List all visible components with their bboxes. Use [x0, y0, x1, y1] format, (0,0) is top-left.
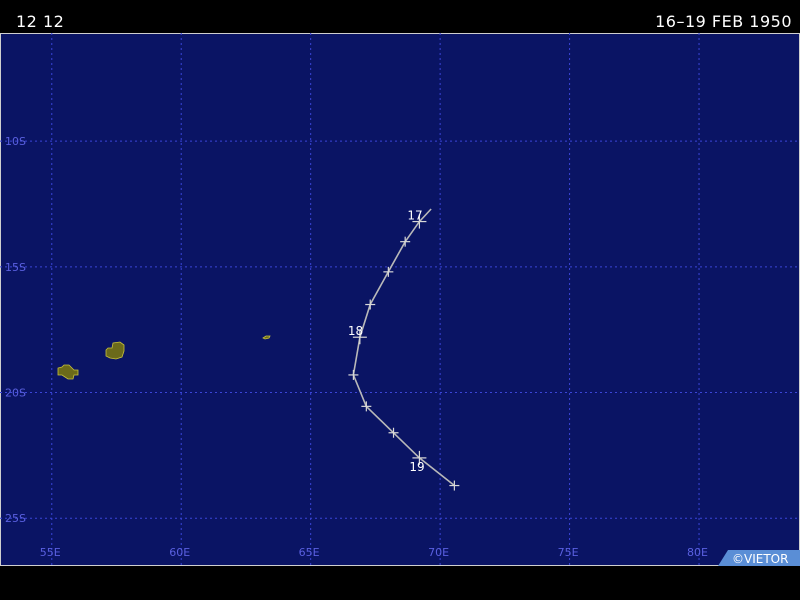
header-bar: 12 12 16–19 FEB 1950: [0, 0, 800, 33]
lon-tick-label: 55E: [40, 546, 61, 559]
lat-tick-label: 15S: [5, 261, 26, 274]
lat-tick-label: 20S: [5, 387, 26, 400]
lon-tick-label: 75E: [558, 546, 579, 559]
ocean-area: [0, 33, 800, 566]
lat-tick-label: 25S: [5, 512, 26, 525]
day-label: 17: [407, 209, 422, 223]
lon-tick-label: 70E: [428, 546, 449, 559]
lon-tick-label: 80E: [687, 546, 708, 559]
day-label: 19: [409, 460, 424, 474]
footer-bar: [0, 566, 800, 600]
lon-tick-label: 65E: [299, 546, 320, 559]
date-range: 16–19 FEB 1950: [655, 12, 792, 31]
track-map: 17 18 19 55E 60E 65E 70E 75E 80E 10S 15S 20S 25S ©V…: [0, 33, 800, 566]
credit-badge: ©VIETOR: [718, 550, 800, 566]
lat-tick-label: 10S: [5, 135, 26, 148]
credit-text: ©VIETOR: [732, 552, 788, 566]
lon-tick-label: 60E: [169, 546, 190, 559]
map-canvas: 17 18 19 55E 60E 65E 70E 75E 80E 10S 15S 20S 25S ©V…: [0, 33, 800, 566]
storm-id: 12 12: [16, 12, 65, 31]
day-label: 18: [348, 324, 363, 338]
